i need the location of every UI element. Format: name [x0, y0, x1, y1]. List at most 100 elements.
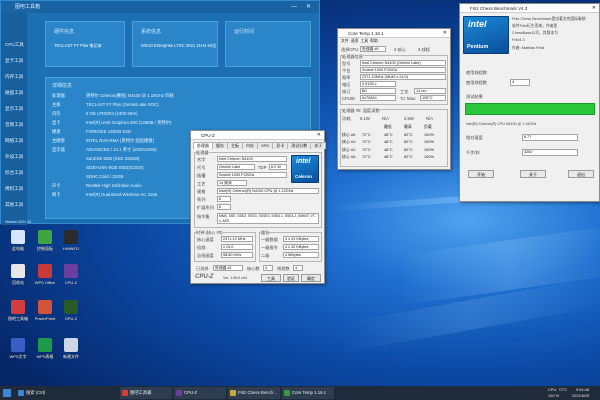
ok-button[interactable]: 确定 [301, 274, 321, 282]
voltage-value: 0.9126 v [360, 81, 396, 87]
computer-icon [11, 230, 25, 244]
sidebar-item-display[interactable]: 显示工具 [1, 103, 27, 115]
sidebar-item-network[interactable]: 网络工具 [1, 135, 27, 147]
taskbar: 搜索 (Ctrl) 图吧工具箱 CPU-Z Fritz Chess Bench.… [0, 386, 600, 400]
taskbar-item-cpuz[interactable]: CPU-Z [174, 387, 226, 399]
desktop-icon[interactable]: HWiNFO [58, 230, 84, 260]
control-panel-icon [38, 230, 52, 244]
taskbar-item-coretemp[interactable]: Core Temp 1.16.1 [282, 387, 334, 399]
desktop-icon[interactable]: WPS表格 [32, 338, 58, 368]
tab-cache[interactable]: 缓存 [212, 142, 228, 149]
card-value: Win10 Enterprise LTSC 2021 21H2 64位 [141, 43, 217, 48]
tab-memory[interactable]: 内存 [242, 142, 258, 149]
desktop-icon[interactable]: WPS文字 [5, 338, 31, 368]
sidebar-item-disk[interactable]: 磁盘工具 [1, 87, 27, 99]
desktop-icon[interactable]: 图吧工具箱 [5, 300, 31, 330]
power-value: N/A [426, 116, 433, 121]
taskbar-item-toolbox[interactable]: 图吧工具箱 [120, 387, 172, 399]
coretemp-titlebar[interactable]: Core Temp 1.16.1 ✕ [338, 29, 450, 38]
hardware-card[interactable]: 硬件信息 TECLAST F7 Plus 笔记本 [45, 21, 125, 67]
cpuz-icon [176, 390, 182, 396]
start-icon[interactable] [3, 389, 11, 397]
cpuz-titlebar[interactable]: CPU-Z ✕ [191, 131, 324, 140]
tools-button[interactable]: 工具 [261, 274, 281, 282]
close-icon[interactable]: ✕ [592, 4, 596, 12]
about-button[interactable]: 关于 [520, 170, 546, 178]
wps-sheet-icon [38, 338, 52, 352]
desktop-icon[interactable]: 控制面板 [32, 230, 58, 260]
tab-about[interactable]: 关于 [310, 142, 327, 149]
clock-time[interactable]: 9:04:48 [576, 387, 589, 392]
clock-date[interactable]: 2021/6/29 [572, 393, 589, 398]
field-label: 系列 [197, 197, 206, 202]
intel-pentium-logo: intel Pentium [463, 16, 509, 54]
tab-mainboard[interactable]: 主板 [227, 142, 243, 149]
desktop-icon[interactable]: PowerPoint [32, 300, 58, 330]
tab-processor[interactable]: 处理器 [193, 142, 213, 149]
processor-group-label: 处理器 [196, 150, 209, 156]
field-label: 型号 [342, 61, 351, 66]
desktop-icon[interactable]: WPS Office [32, 264, 58, 294]
cpuz-tabs: 处理器 缓存 主板 内存 SPD 显卡 测试分数 关于 [193, 142, 327, 149]
start-button[interactable]: 开始 [468, 170, 494, 178]
tab-spd[interactable]: SPD [257, 142, 274, 149]
menu-help[interactable]: 帮助 [370, 39, 378, 43]
sidebar-item-gpu[interactable]: 显卡工具 [1, 55, 27, 67]
system-card[interactable]: 系统信息 Win10 Enterprise LTSC 2021 21H2 64位 [132, 21, 218, 67]
sidebar-item-general[interactable]: 综合工具 [1, 167, 27, 179]
menu-file[interactable]: 文件 [341, 39, 349, 43]
sidebar-item-audio[interactable]: 音频工具 [1, 119, 27, 131]
toolbox-titlebar[interactable]: 图吧工具箱 — ✕ [1, 1, 319, 13]
threads-spinner[interactable]: 4 [510, 79, 530, 86]
toolbox-icon [11, 300, 25, 314]
fritz-titlebar[interactable]: Fritz Chess Benchmark V4.3 ✕ [460, 4, 599, 13]
core-speed-value: 2371.10 MHz [221, 236, 253, 242]
processor-select[interactable]: 处理器 #1 [213, 265, 243, 271]
tab-graphics[interactable]: 显卡 [272, 142, 289, 149]
thread-count: 4 线程 [418, 47, 430, 52]
desktop-icon[interactable]: 回收站 [5, 264, 31, 294]
gpuz-icon [64, 300, 78, 314]
desktop-icon[interactable]: GPU-Z [58, 300, 84, 330]
threads-value: 4 [293, 265, 303, 271]
test-result-label: 测试结果 [466, 94, 483, 99]
validate-button[interactable]: 验证 [283, 274, 299, 282]
field-label: 二级 [261, 253, 270, 258]
taskbar-search[interactable]: 搜索 (Ctrl) [16, 387, 66, 399]
desktop-icon[interactable]: 此电脑 [5, 230, 31, 260]
field-label: 插槽 [197, 173, 206, 178]
close-icon[interactable]: ✕ [317, 131, 321, 139]
minimize-icon[interactable]: — [291, 1, 297, 13]
tab-bench[interactable]: 测试分数 [287, 142, 312, 149]
desktop-icon[interactable]: CPU-Z [58, 264, 84, 294]
exit-button[interactable]: 退出 [568, 170, 594, 178]
desktop-icon[interactable]: 新建文件 [58, 338, 84, 368]
card-title: 硬件信息 [54, 29, 75, 35]
toolbox-sidebar: CPU工具 显卡工具 内存工具 磁盘工具 显示工具 音频工具 网络工具 外设工具… [1, 13, 31, 225]
taskbar-item-fritz[interactable]: Fritz Chess Bench... [228, 387, 280, 399]
relative-speed-value: 6.77 [522, 134, 578, 141]
wps-writer-icon [11, 338, 25, 352]
close-icon[interactable]: ✕ [306, 1, 311, 13]
menu-tools[interactable]: 工具 [360, 39, 368, 43]
tdp-label: TDP [258, 165, 267, 170]
menu-options[interactable]: 选项 [351, 39, 359, 43]
close-icon[interactable]: ✕ [443, 29, 447, 37]
field-label: 总线速度 [197, 253, 214, 258]
tdp-value: 6.0 W [269, 164, 287, 170]
sidebar-item-other[interactable]: 其他工具 [1, 199, 27, 211]
temperature-table: 最低 最高 负载 核心 #0: 72°C 48°C 82°C 100% 核心 #1: 72°C… [342, 123, 446, 161]
table-header: 最低 最高 负载 [384, 124, 432, 129]
cpu-select[interactable]: 处理器 #0 [360, 46, 386, 52]
detail-row: 处理器 英特尔 Celeron(赛扬) N4100 @ 1.10GHz 四核 [52, 93, 174, 98]
uptime-card[interactable]: 运行时间 [225, 21, 311, 67]
cpu-select-label: 选择CPU: [341, 47, 360, 52]
sidebar-item-cpu[interactable]: CPU工具 [1, 39, 27, 51]
sidebar-item-stress[interactable]: 烤机工具 [1, 183, 27, 195]
relative-speed-label: 相对速度 [466, 135, 483, 140]
sidebar-item-memory[interactable]: 内存工具 [1, 71, 27, 83]
recycle-bin-icon [11, 264, 25, 278]
bus-speed-value: 98.80 MHz [221, 252, 253, 258]
field-label: 倍频 [197, 245, 206, 250]
sidebar-item-peripheral[interactable]: 外设工具 [1, 151, 27, 163]
